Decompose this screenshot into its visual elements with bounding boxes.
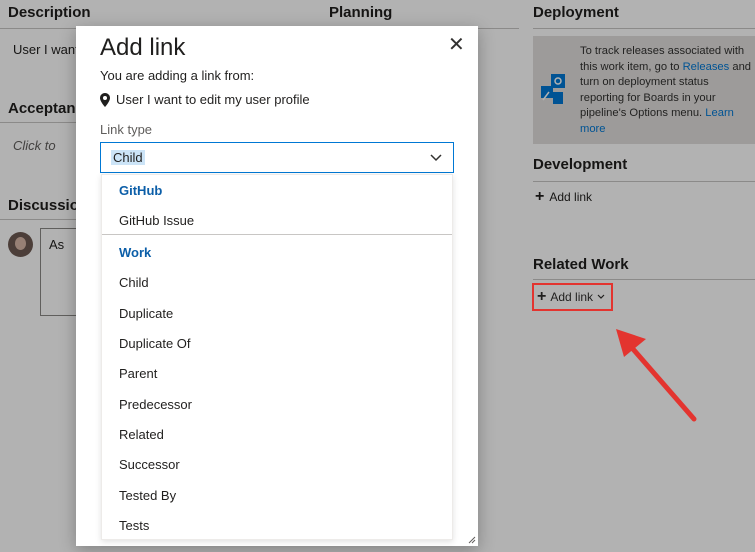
resize-grip-icon[interactable]: [468, 536, 476, 544]
related-add-link-button[interactable]: + Add link: [537, 288, 605, 305]
dropdown-option[interactable]: GitHub Issue: [119, 213, 194, 228]
dropdown-group-header: GitHub: [119, 183, 163, 198]
dialog-title: Add link: [100, 34, 186, 61]
dropdown-divider: [102, 234, 452, 235]
link-type-value: Child: [111, 150, 145, 165]
dropdown-group-header: Work: [119, 245, 152, 260]
dropdown-option[interactable]: Successor: [119, 457, 180, 472]
chevron-down-icon: [597, 294, 605, 299]
link-type-select[interactable]: Child: [100, 142, 454, 173]
dropdown-option[interactable]: Child: [119, 275, 149, 290]
plus-icon: +: [537, 288, 547, 305]
link-type-label: Link type: [100, 122, 153, 137]
annotation-arrow-icon: [616, 329, 697, 422]
dropdown-option[interactable]: Duplicate: [119, 306, 173, 321]
add-link-dialog: Add link ✕ You are adding a link from: U…: [76, 26, 478, 546]
dropdown-option[interactable]: Duplicate Of: [119, 336, 191, 351]
dropdown-option[interactable]: Parent: [119, 366, 157, 381]
dropdown-option[interactable]: Tests: [119, 518, 149, 533]
dropdown-option[interactable]: Predecessor: [119, 397, 192, 412]
dropdown-option[interactable]: Tested By: [119, 488, 176, 503]
chevron-down-icon[interactable]: [429, 151, 443, 165]
link-type-dropdown: GitHub GitHub Issue Work Child Duplicate…: [101, 174, 453, 540]
source-work-item-title: User I want to edit my user profile: [116, 92, 310, 107]
dropdown-option[interactable]: Related: [119, 427, 164, 442]
dialog-subtitle: You are adding a link from:: [100, 68, 255, 83]
add-link-label: Add link: [550, 290, 594, 304]
source-work-item: User I want to edit my user profile: [100, 92, 310, 107]
close-icon[interactable]: ✕: [448, 32, 465, 57]
location-pin-icon: [100, 92, 110, 107]
